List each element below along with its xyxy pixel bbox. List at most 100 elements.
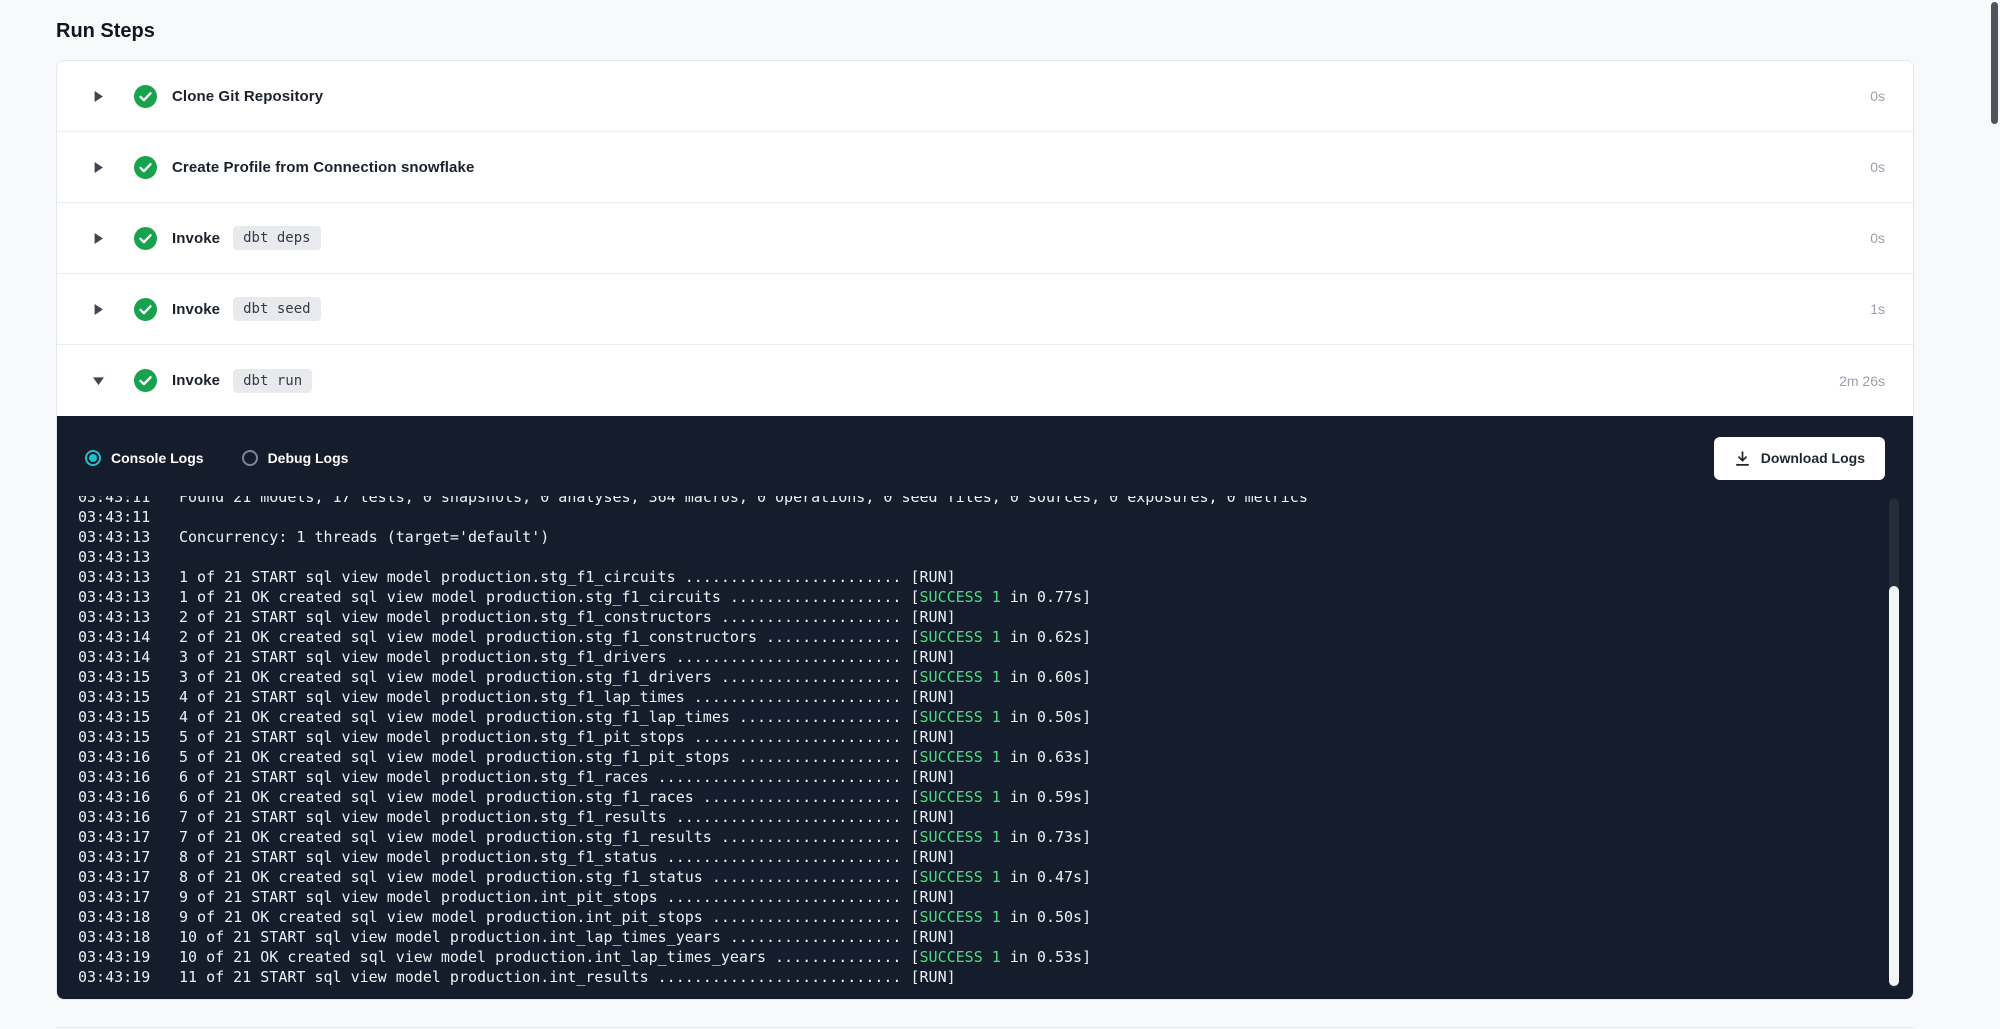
log-message: 1 of 21 OK created sql view model produc… xyxy=(179,587,1091,607)
log-message: 6 of 21 START sql view model production.… xyxy=(179,767,956,787)
log-message: Found 21 models, 17 tests, 0 snapshots, … xyxy=(179,496,1308,507)
log-message: 1 of 21 START sql view model production.… xyxy=(179,567,956,587)
run-step-clone-git-repository[interactable]: Clone Git Repository 0s xyxy=(57,61,1913,132)
log-line: 03:43:15 3 of 21 OK created sql view mod… xyxy=(78,667,1913,687)
log-timestamp: 03:43:16 xyxy=(78,767,152,787)
log-line: 03:43:17 7 of 21 OK created sql view mod… xyxy=(78,827,1913,847)
log-timestamp: 03:43:17 xyxy=(78,847,152,867)
log-message: 9 of 21 OK created sql view model produc… xyxy=(179,907,1091,927)
log-line: 03:43:18 9 of 21 OK created sql view mod… xyxy=(78,907,1913,927)
download-logs-label: Download Logs xyxy=(1761,450,1865,466)
log-message: 11 of 21 START sql view model production… xyxy=(179,967,956,987)
log-line: 03:43:14 3 of 21 START sql view model pr… xyxy=(78,647,1913,667)
log-line: 03:43:17 8 of 21 OK created sql view mod… xyxy=(78,867,1913,887)
log-message: 5 of 21 OK created sql view model produc… xyxy=(179,747,1091,767)
next-section-divider xyxy=(56,1027,1914,1028)
log-message: 8 of 21 OK created sql view model produc… xyxy=(179,867,1091,887)
success-check-icon xyxy=(134,369,157,392)
log-timestamp: 03:43:15 xyxy=(78,727,152,747)
run-step-invoke-dbt-seed[interactable]: Invoke dbt seed 1s xyxy=(57,274,1913,345)
log-timestamp: 03:43:13 xyxy=(78,527,152,547)
log-timestamp: 03:43:18 xyxy=(78,927,152,947)
log-line: 03:43:18 10 of 21 START sql view model p… xyxy=(78,927,1913,947)
log-message: 2 of 21 START sql view model production.… xyxy=(179,607,956,627)
step-command-chip: dbt run xyxy=(233,369,312,393)
log-timestamp: 03:43:13 xyxy=(78,567,152,587)
log-line: 03:43:15 5 of 21 START sql view model pr… xyxy=(78,727,1913,747)
log-scrollbar-thumb[interactable] xyxy=(1889,586,1899,986)
log-timestamp: 03:43:11 xyxy=(78,507,152,527)
log-message: 8 of 21 START sql view model production.… xyxy=(179,847,956,867)
log-message: 3 of 21 OK created sql view model produc… xyxy=(179,667,1091,687)
run-step-create-profile-from-connection-snowflake[interactable]: Create Profile from Connection snowflake… xyxy=(57,132,1913,203)
run-steps-page: Run Steps Clone Git Repository 0s xyxy=(56,0,1914,1000)
log-message: 9 of 21 START sql view model production.… xyxy=(179,887,956,907)
step-duration: 0s xyxy=(1870,159,1885,175)
step-list: Clone Git Repository 0s Create Profile f… xyxy=(57,61,1913,416)
log-timestamp: 03:43:14 xyxy=(78,627,152,647)
log-message: 5 of 21 START sql view model production.… xyxy=(179,727,956,747)
success-check-icon xyxy=(134,85,157,108)
success-check-icon xyxy=(134,298,157,321)
log-message: 3 of 21 START sql view model production.… xyxy=(179,647,956,667)
tab-debug-logs[interactable]: Debug Logs xyxy=(242,450,349,466)
log-timestamp: 03:43:17 xyxy=(78,827,152,847)
log-lines: 03:43:11 Found 21 models, 17 tests, 0 sn… xyxy=(78,496,1913,987)
log-timestamp: 03:43:13 xyxy=(78,587,152,607)
log-tab-label: Debug Logs xyxy=(268,450,349,466)
step-duration: 0s xyxy=(1870,230,1885,246)
radio-icon[interactable] xyxy=(242,450,258,466)
run-step-invoke-dbt-deps[interactable]: Invoke dbt deps 0s xyxy=(57,203,1913,274)
page-scrollbar-thumb[interactable] xyxy=(1991,2,1998,124)
log-message: 4 of 21 START sql view model production.… xyxy=(179,687,956,707)
log-timestamp: 03:43:11 xyxy=(78,496,152,507)
log-message: 7 of 21 START sql view model production.… xyxy=(179,807,956,827)
log-line: 03:43:11 xyxy=(78,507,1913,527)
console-log-output[interactable]: 03:43:11 Found 21 models, 17 tests, 0 sn… xyxy=(57,496,1913,993)
log-line: 03:43:13 2 of 21 START sql view model pr… xyxy=(78,607,1913,627)
console-header: Console Logs Debug Logs Download Logs xyxy=(57,416,1913,496)
log-timestamp: 03:43:16 xyxy=(78,807,152,827)
log-line: 03:43:11 Found 21 models, 17 tests, 0 sn… xyxy=(78,496,1913,507)
step-label: Invoke xyxy=(172,372,220,389)
log-timestamp: 03:43:16 xyxy=(78,747,152,767)
log-line: 03:43:13 xyxy=(78,547,1913,567)
run-steps-card: Clone Git Repository 0s Create Profile f… xyxy=(56,60,1914,1000)
step-label: Create Profile from Connection snowflake xyxy=(172,159,474,176)
expand-caret-icon[interactable] xyxy=(91,302,105,316)
radio-icon[interactable] xyxy=(85,450,101,466)
log-message: 2 of 21 OK created sql view model produc… xyxy=(179,627,1091,647)
log-timestamp: 03:43:15 xyxy=(78,707,152,727)
log-line: 03:43:15 4 of 21 START sql view model pr… xyxy=(78,687,1913,707)
log-line: 03:43:14 2 of 21 OK created sql view mod… xyxy=(78,627,1913,647)
log-line: 03:43:16 7 of 21 START sql view model pr… xyxy=(78,807,1913,827)
log-message: 6 of 21 OK created sql view model produc… xyxy=(179,787,1091,807)
log-message: 10 of 21 OK created sql view model produ… xyxy=(179,947,1091,967)
log-scrollbar-track[interactable] xyxy=(1889,498,1899,988)
expand-caret-icon[interactable] xyxy=(91,231,105,245)
log-tab-label: Console Logs xyxy=(111,450,204,466)
log-line: 03:43:13 1 of 21 START sql view model pr… xyxy=(78,567,1913,587)
log-line: 03:43:17 9 of 21 START sql view model pr… xyxy=(78,887,1913,907)
page-title: Run Steps xyxy=(56,20,1914,43)
log-timestamp: 03:43:18 xyxy=(78,907,152,927)
expand-caret-icon[interactable] xyxy=(91,160,105,174)
expand-caret-icon[interactable] xyxy=(91,89,105,103)
log-timestamp: 03:43:13 xyxy=(78,547,152,567)
step-label: Clone Git Repository xyxy=(172,88,323,105)
step-command-chip: dbt seed xyxy=(233,297,320,321)
step-label: Invoke xyxy=(172,230,220,247)
expand-caret-icon[interactable] xyxy=(91,374,105,388)
log-line: 03:43:16 6 of 21 OK created sql view mod… xyxy=(78,787,1913,807)
log-timestamp: 03:43:19 xyxy=(78,947,152,967)
log-timestamp: 03:43:15 xyxy=(78,687,152,707)
download-logs-button[interactable]: Download Logs xyxy=(1714,437,1885,480)
step-duration: 0s xyxy=(1870,88,1885,104)
run-step-invoke-dbt-run[interactable]: Invoke dbt run 2m 26s xyxy=(57,345,1913,416)
download-icon xyxy=(1734,450,1751,467)
log-line: 03:43:13 Concurrency: 1 threads (target=… xyxy=(78,527,1913,547)
log-type-switcher: Console Logs Debug Logs xyxy=(85,450,348,466)
log-timestamp: 03:43:17 xyxy=(78,887,152,907)
log-line: 03:43:15 4 of 21 OK created sql view mod… xyxy=(78,707,1913,727)
tab-console-logs[interactable]: Console Logs xyxy=(85,450,204,466)
